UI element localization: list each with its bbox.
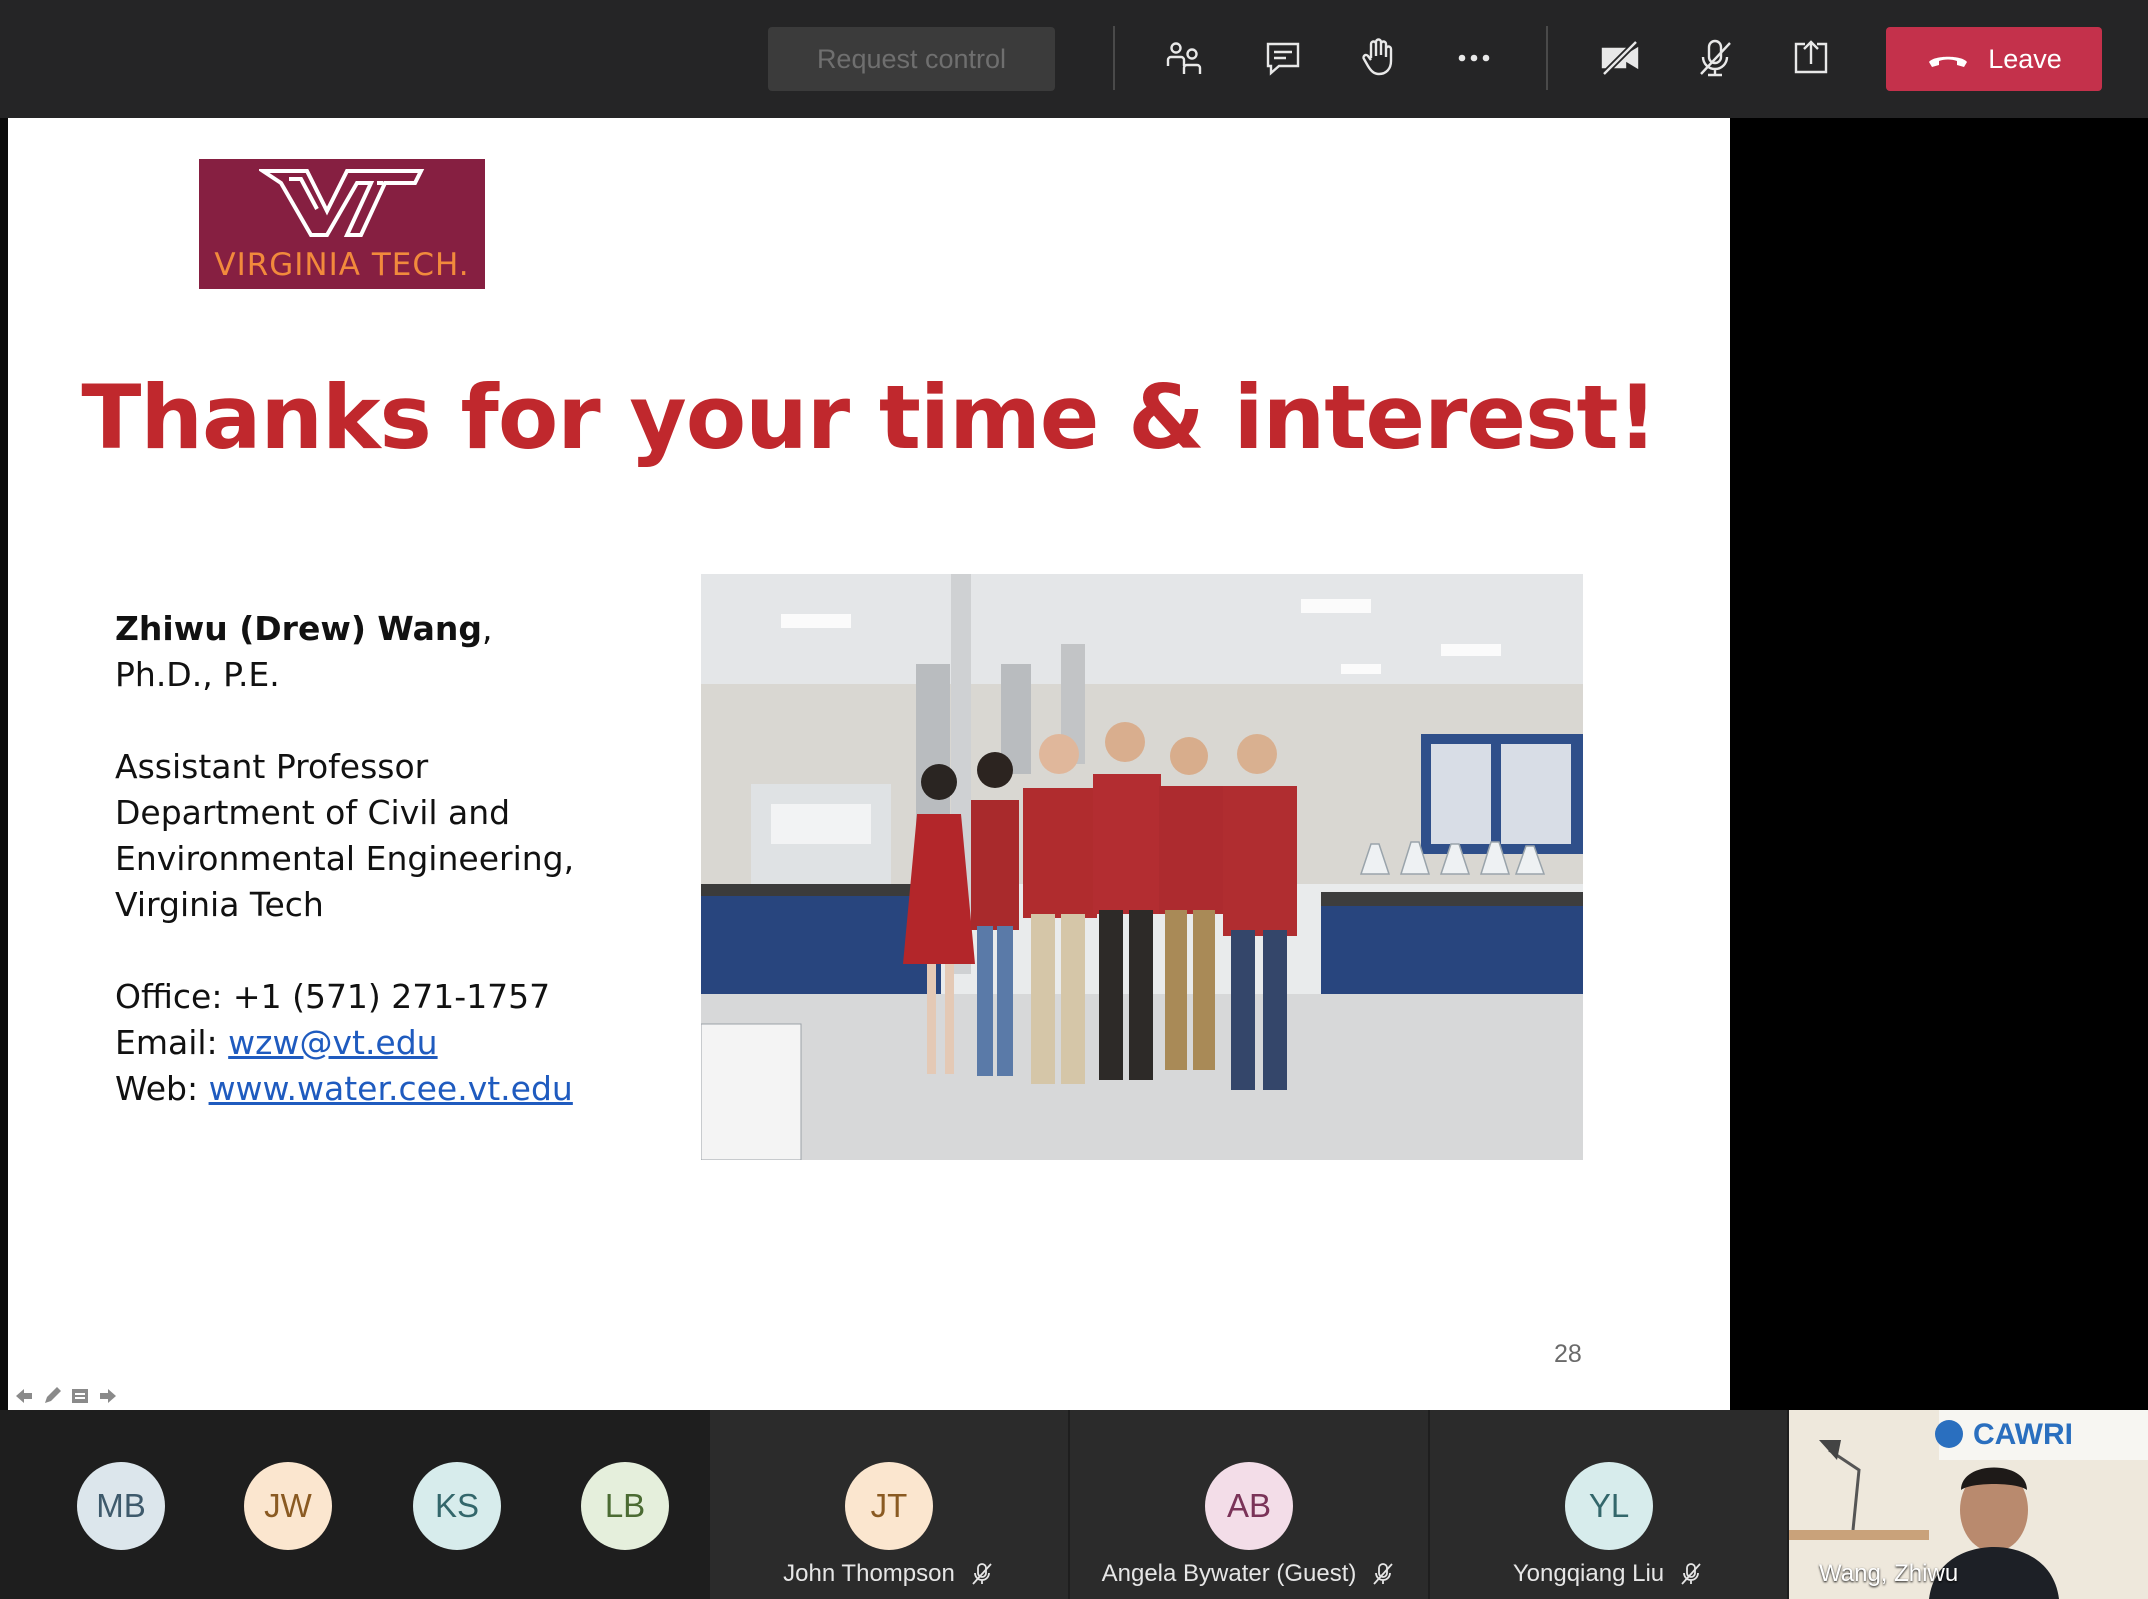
presenter-video-tile[interactable]: CAWRI Wang, Zhiwu [1789,1410,2148,1599]
pen-icon[interactable] [40,1384,64,1408]
share-screen-icon[interactable] [1783,30,1839,86]
office-phone: Office: +1 (571) 271-1757 [115,977,551,1016]
participant-tile[interactable]: JT John Thompson [710,1410,1068,1599]
participant-avatar[interactable]: JW [244,1462,332,1550]
presenter-name: Zhiwu (Drew) Wang [115,609,482,648]
participant-strip: MB JW KS LB JT John Thompson AB Angela B… [0,1410,2148,1599]
page-number: 28 [1554,1340,1582,1368]
muted-mic-icon [972,1563,992,1585]
department-line2: Environmental Engineering, [115,839,575,878]
participant-name-row: Angela Bywater (Guest) [1070,1560,1428,1588]
participant-name-row: Yongqiang Liu [1430,1560,1787,1588]
lab-team-photo [701,574,1583,1160]
stage-background [1730,118,2148,1410]
camera-off-icon[interactable] [1592,30,1648,86]
more-options-icon[interactable] [1446,30,1502,86]
request-control-button[interactable]: Request control [768,27,1055,91]
muted-mic-icon [1373,1563,1394,1585]
participant-avatar[interactable]: LB [581,1462,669,1550]
previous-slide-icon[interactable] [12,1384,36,1408]
slide-navigation [12,1384,120,1408]
institution: Virginia Tech [115,885,324,924]
video-participant-name: Wang, Zhiwu [1819,1560,1959,1587]
web-line: Web: www.water.cee.vt.edu [115,1066,675,1112]
participant-avatar: YL [1565,1462,1653,1550]
meeting-toolbar: Request control Leave [0,0,2148,118]
toolbar-divider [1113,26,1115,90]
credentials: Ph.D., P.E. [115,655,280,694]
slide-title: Thanks for your time & interest! [81,366,1657,469]
participant-name: Yongqiang Liu [1512,1560,1665,1587]
cawri-banner-text: CAWRI [1973,1418,2073,1451]
web-label: Web: [115,1069,209,1108]
position: Assistant Professor [115,747,429,786]
participant-name: John Thompson [783,1560,955,1587]
logo-text: VIRGINIA TECH. [214,247,470,283]
next-slide-icon[interactable] [96,1384,120,1408]
mic-off-icon[interactable] [1687,30,1743,86]
email-link[interactable]: wzw@vt.edu [228,1023,437,1062]
presenter-name-line: Zhiwu (Drew) Wang, [115,606,675,652]
participants-icon[interactable] [1157,30,1213,86]
participant-tile[interactable]: AB Angela Bywater (Guest) [1070,1410,1428,1599]
participant-tile-group: MB JW KS LB [0,1410,708,1599]
participant-avatar[interactable]: KS [413,1462,501,1550]
department-line1: Department of Civil and [115,793,511,832]
email-line: Email: wzw@vt.edu [115,1020,675,1066]
raise-hand-icon[interactable] [1350,30,1406,86]
participant-avatar[interactable]: MB [77,1462,165,1550]
slide-menu-icon[interactable] [68,1384,92,1408]
chat-icon[interactable] [1255,30,1311,86]
virginia-tech-logo: VIRGINIA TECH. [199,159,485,289]
hang-up-icon [1929,56,1968,67]
participant-avatar: AB [1205,1462,1293,1550]
email-label: Email: [115,1023,229,1062]
presenter-name-suffix: , [482,609,493,648]
web-link[interactable]: www.water.cee.vt.edu [209,1069,573,1108]
muted-mic-icon [1681,1563,1701,1585]
leave-button[interactable]: Leave [1886,27,2102,91]
participant-name: Angela Bywater (Guest) [1101,1560,1357,1587]
participant-name-row: John Thompson [710,1560,1068,1588]
participant-tile[interactable]: YL Yongqiang Liu [1430,1410,1787,1599]
contact-block: Zhiwu (Drew) Wang, Ph.D., P.E. Assistant… [115,606,675,1112]
participant-avatar: JT [845,1462,933,1550]
toolbar-divider [1546,26,1548,90]
leave-label: Leave [1988,43,2062,74]
shared-slide: VIRGINIA TECH. Thanks for your time & in… [8,118,1730,1410]
